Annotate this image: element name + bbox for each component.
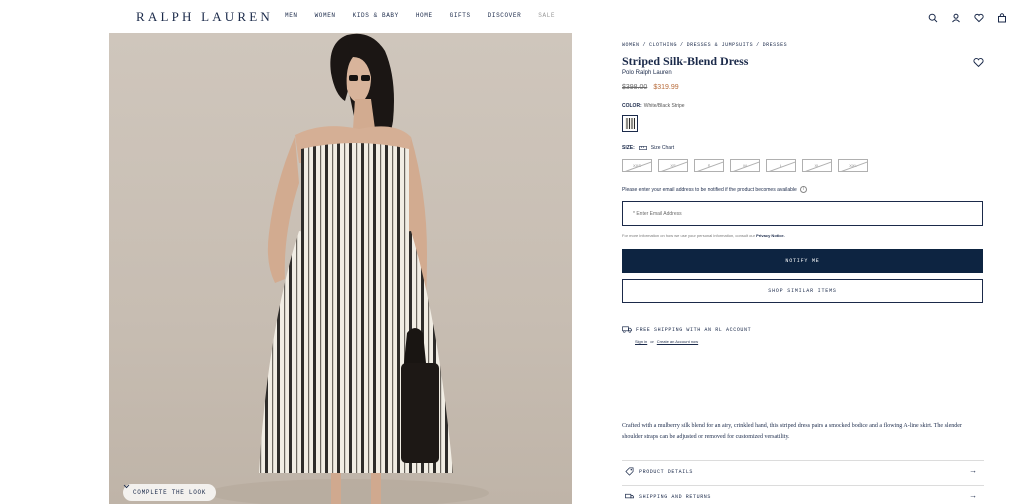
account-links: Sign in or Create an Account now (635, 339, 698, 344)
complete-the-look-button[interactable]: COMPLETE THE LOOK (123, 484, 217, 501)
main-nav: MEN WOMEN KIDS & BABY HOME GIFTS DISCOVE… (285, 12, 555, 19)
chevron-down-icon (123, 484, 130, 489)
header-icons (928, 10, 1007, 23)
size-option-xxs[interactable]: XXS (622, 159, 652, 172)
product-image[interactable]: COMPLETE THE LOOK (109, 33, 572, 504)
size-option-m[interactable]: M (730, 159, 760, 172)
truck-icon (622, 326, 632, 333)
heart-icon[interactable] (974, 10, 984, 23)
breadcrumb-separator: / (680, 42, 684, 48)
privacy-notice-text: For more information on how we use your … (622, 233, 755, 238)
truck-icon (625, 493, 634, 499)
tag-icon (625, 467, 634, 476)
breadcrumb-clothing[interactable]: CLOTHING (649, 42, 677, 48)
product-brand: Polo Ralph Lauren (622, 70, 672, 76)
price-block: $398.00 $319.99 (622, 84, 679, 91)
breadcrumb-separator: / (642, 42, 647, 48)
notify-instructions-text: Please enter your email address to be no… (622, 186, 797, 193)
nav-home[interactable]: HOME (416, 12, 433, 19)
bag-icon[interactable] (997, 10, 1007, 23)
color-label-text: COLOR: (622, 103, 642, 109)
shop-similar-items-button[interactable]: SHOP SIMILAR ITEMS (622, 279, 983, 303)
breadcrumb-dresses[interactable]: DRESSES (763, 42, 788, 48)
site-logo[interactable]: RALPH LAUREN (136, 9, 273, 25)
nav-discover[interactable]: DISCOVER (488, 12, 522, 19)
size-option-l[interactable]: L (766, 159, 796, 172)
breadcrumb-dresses-jumpsuits[interactable]: DRESSES & JUMPSUITS (687, 42, 754, 48)
size-option-xs[interactable]: XS (658, 159, 688, 172)
size-option-xl[interactable]: XL (802, 159, 832, 172)
color-swatch[interactable] (622, 115, 638, 132)
site-header: RALPH LAUREN MEN WOMEN KIDS & BABY HOME … (0, 0, 1024, 32)
notify-instructions: Please enter your email address to be no… (622, 186, 807, 193)
free-shipping-title: FREE SHIPPING WITH AN RL ACCOUNT (636, 326, 752, 333)
breadcrumb-separator: / (756, 42, 760, 48)
size-option-xxl[interactable]: XXL (838, 159, 868, 172)
nav-sale[interactable]: SALE (538, 12, 555, 19)
breadcrumb: WOMEN / CLOTHING / DRESSES & JUMPSUITS /… (622, 42, 787, 48)
ruler-icon (638, 146, 647, 150)
notify-me-button[interactable]: NOTIFY ME (622, 249, 983, 273)
color-label: COLOR: White/Black Stripe (622, 103, 685, 109)
product-title: Striped Silk-Blend Dress (622, 54, 749, 68)
nav-women[interactable]: WOMEN (315, 12, 336, 19)
original-price: $398.00 (622, 84, 648, 91)
size-options: XXS XS S M L XL XXL (622, 159, 868, 172)
arrow-right-icon: → (970, 467, 976, 476)
search-icon[interactable] (928, 10, 938, 23)
arrow-right-icon: → (970, 492, 976, 501)
create-account-link[interactable]: Create an Account now (657, 339, 698, 344)
complete-the-look-label: COMPLETE THE LOOK (133, 489, 207, 496)
product-description: Crafted with a mulberry silk blend for a… (622, 423, 962, 440)
shipping-returns-label: SHIPPING AND RETURNS (639, 493, 712, 500)
size-chart-link[interactable]: Size Chart (651, 145, 674, 151)
color-value: White/Black Stripe (643, 103, 685, 109)
model-illustration (209, 33, 489, 504)
product-details-accordion[interactable]: PRODUCT DETAILS → (622, 460, 984, 482)
sale-price: $319.99 (653, 84, 679, 91)
shipping-returns-accordion[interactable]: SHIPPING AND RETURNS → (622, 485, 984, 504)
free-shipping-banner: FREE SHIPPING WITH AN RL ACCOUNT (622, 326, 751, 333)
email-field[interactable]: * Enter Email Address (622, 201, 983, 226)
or-text: or (650, 339, 654, 344)
size-option-s[interactable]: S (694, 159, 724, 172)
account-icon[interactable] (951, 10, 961, 23)
size-label-text: SIZE: (622, 145, 635, 151)
nav-men[interactable]: MEN (285, 12, 298, 19)
privacy-notice-link[interactable]: Privacy Notice. (756, 233, 785, 238)
privacy-notice: For more information on how we use your … (622, 233, 785, 238)
size-label: SIZE: Size Chart (622, 145, 674, 151)
nav-kids-baby[interactable]: KIDS & BABY (353, 12, 399, 19)
product-details-label: PRODUCT DETAILS (639, 468, 694, 475)
breadcrumb-women[interactable]: WOMEN (622, 42, 640, 48)
sign-in-link[interactable]: Sign in (635, 339, 647, 344)
nav-gifts[interactable]: GIFTS (450, 12, 471, 19)
favorite-heart-icon[interactable] (973, 55, 984, 68)
info-icon[interactable]: i (799, 186, 807, 193)
